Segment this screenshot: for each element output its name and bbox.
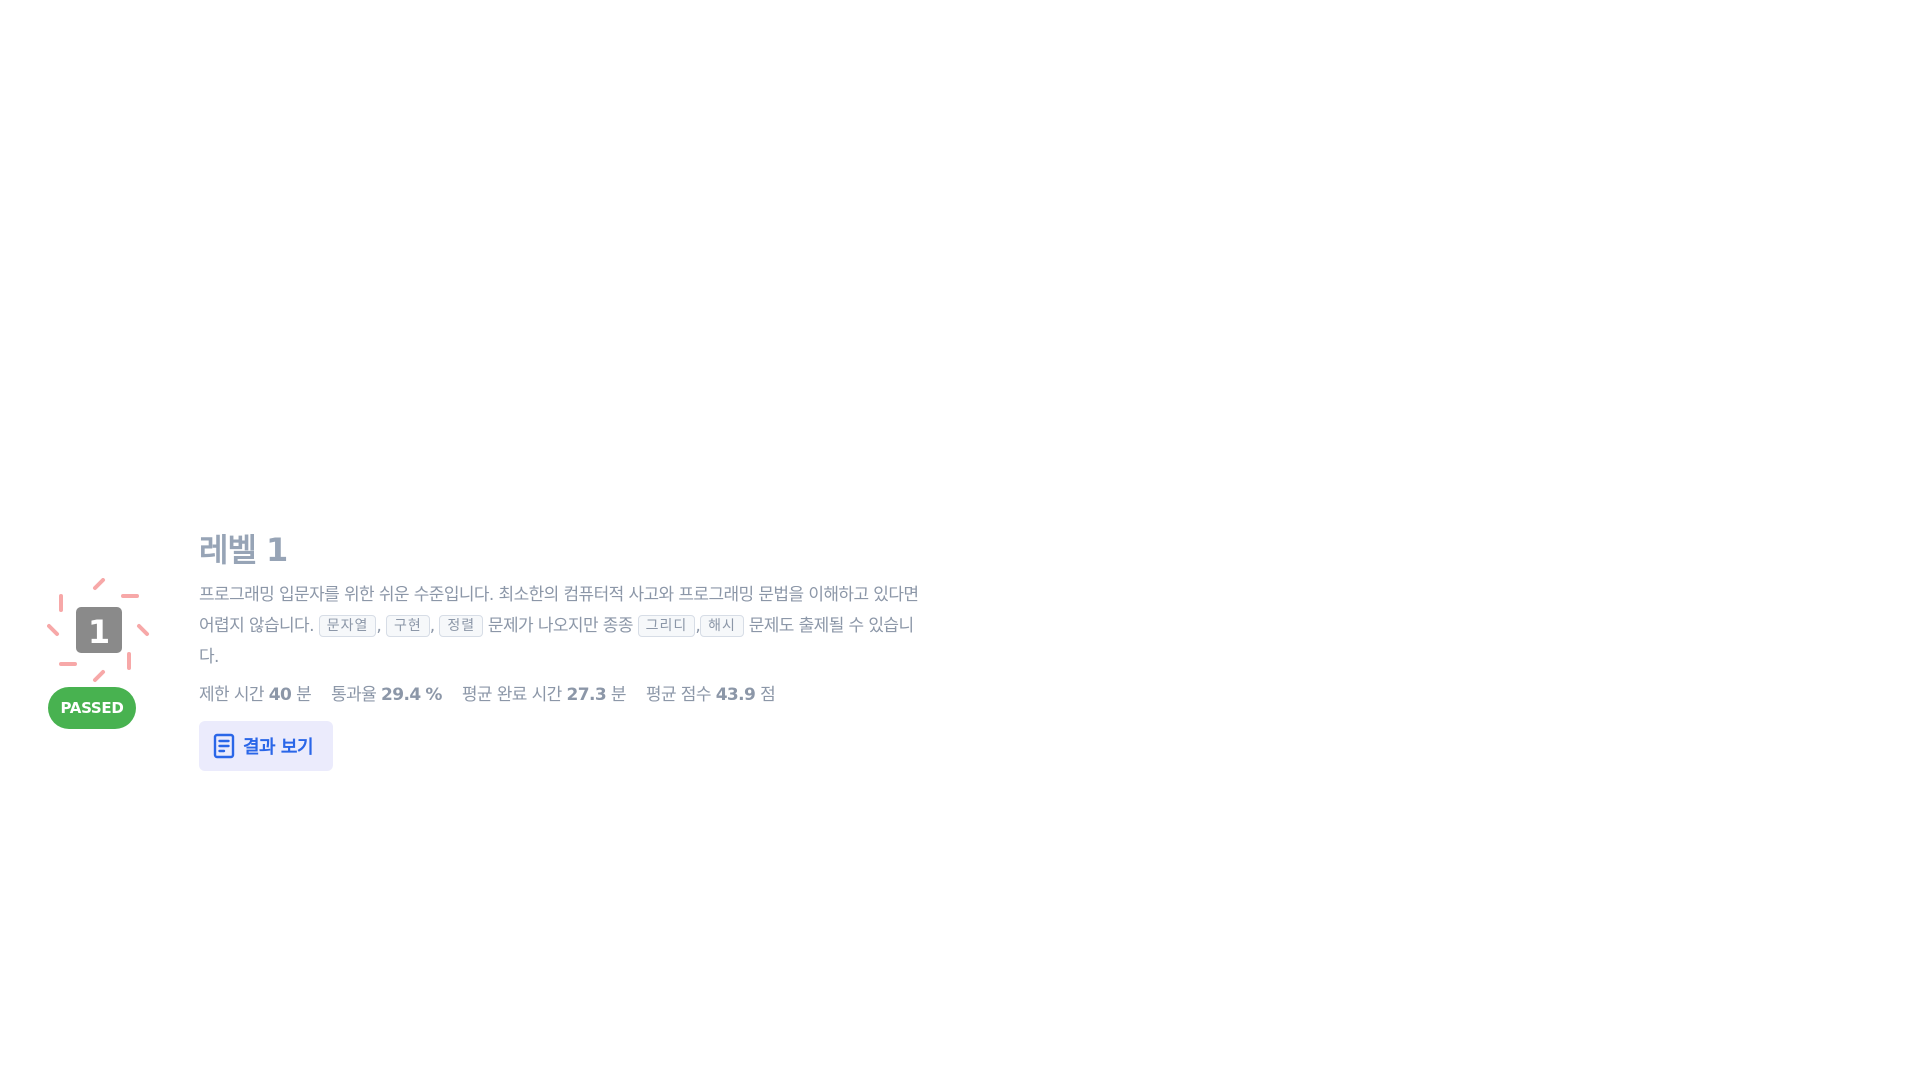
level-title: 레벨 1 (199, 531, 288, 569)
stat-time-limit: 제한 시간 40 분 (199, 685, 312, 705)
stat-avg-score: 평균 점수 43.9 점 (645, 685, 776, 705)
topic-tag: 문자열 (318, 615, 377, 637)
topic-tag: 그리디 (637, 615, 696, 637)
level-badge-column: 1 PASSED (44, 578, 164, 758)
level-icon-number: 1 (88, 613, 110, 651)
level-content: 레벨 1 프로그래밍 입문자를 위한 쉬운 수준입니다. 최소한의 컴퓨터적 사… (199, 528, 929, 771)
status-badge: PASSED (48, 687, 136, 729)
level-card: 1 PASSED 레벨 1 프로그래밍 입문자를 위한 쉬운 수준입니다. 최소… (44, 528, 944, 788)
description-text-2: 문제가 나오지만 종종 (483, 616, 638, 636)
document-icon (213, 733, 235, 759)
level-stats: 제한 시간 40 분 통과율 29.4 % 평균 완료 시간 27.3 분 평균… (199, 681, 929, 709)
stat-avg-completion-time: 평균 완료 시간 27.3 분 (461, 685, 627, 705)
view-result-label: 결과 보기 (243, 737, 314, 758)
topic-tag: 구현 (385, 615, 430, 637)
view-result-button[interactable]: 결과 보기 (199, 721, 334, 771)
level-number-sparkle-icon: 1 (47, 578, 149, 682)
stat-pass-rate: 통과율 29.4 % (331, 685, 442, 705)
topic-tag: 정렬 (439, 615, 484, 637)
level-description: 프로그래밍 입문자를 위한 쉬운 수준입니다. 최소한의 컴퓨터적 사고와 프로… (199, 585, 919, 667)
topic-tag: 해시 (700, 615, 744, 637)
